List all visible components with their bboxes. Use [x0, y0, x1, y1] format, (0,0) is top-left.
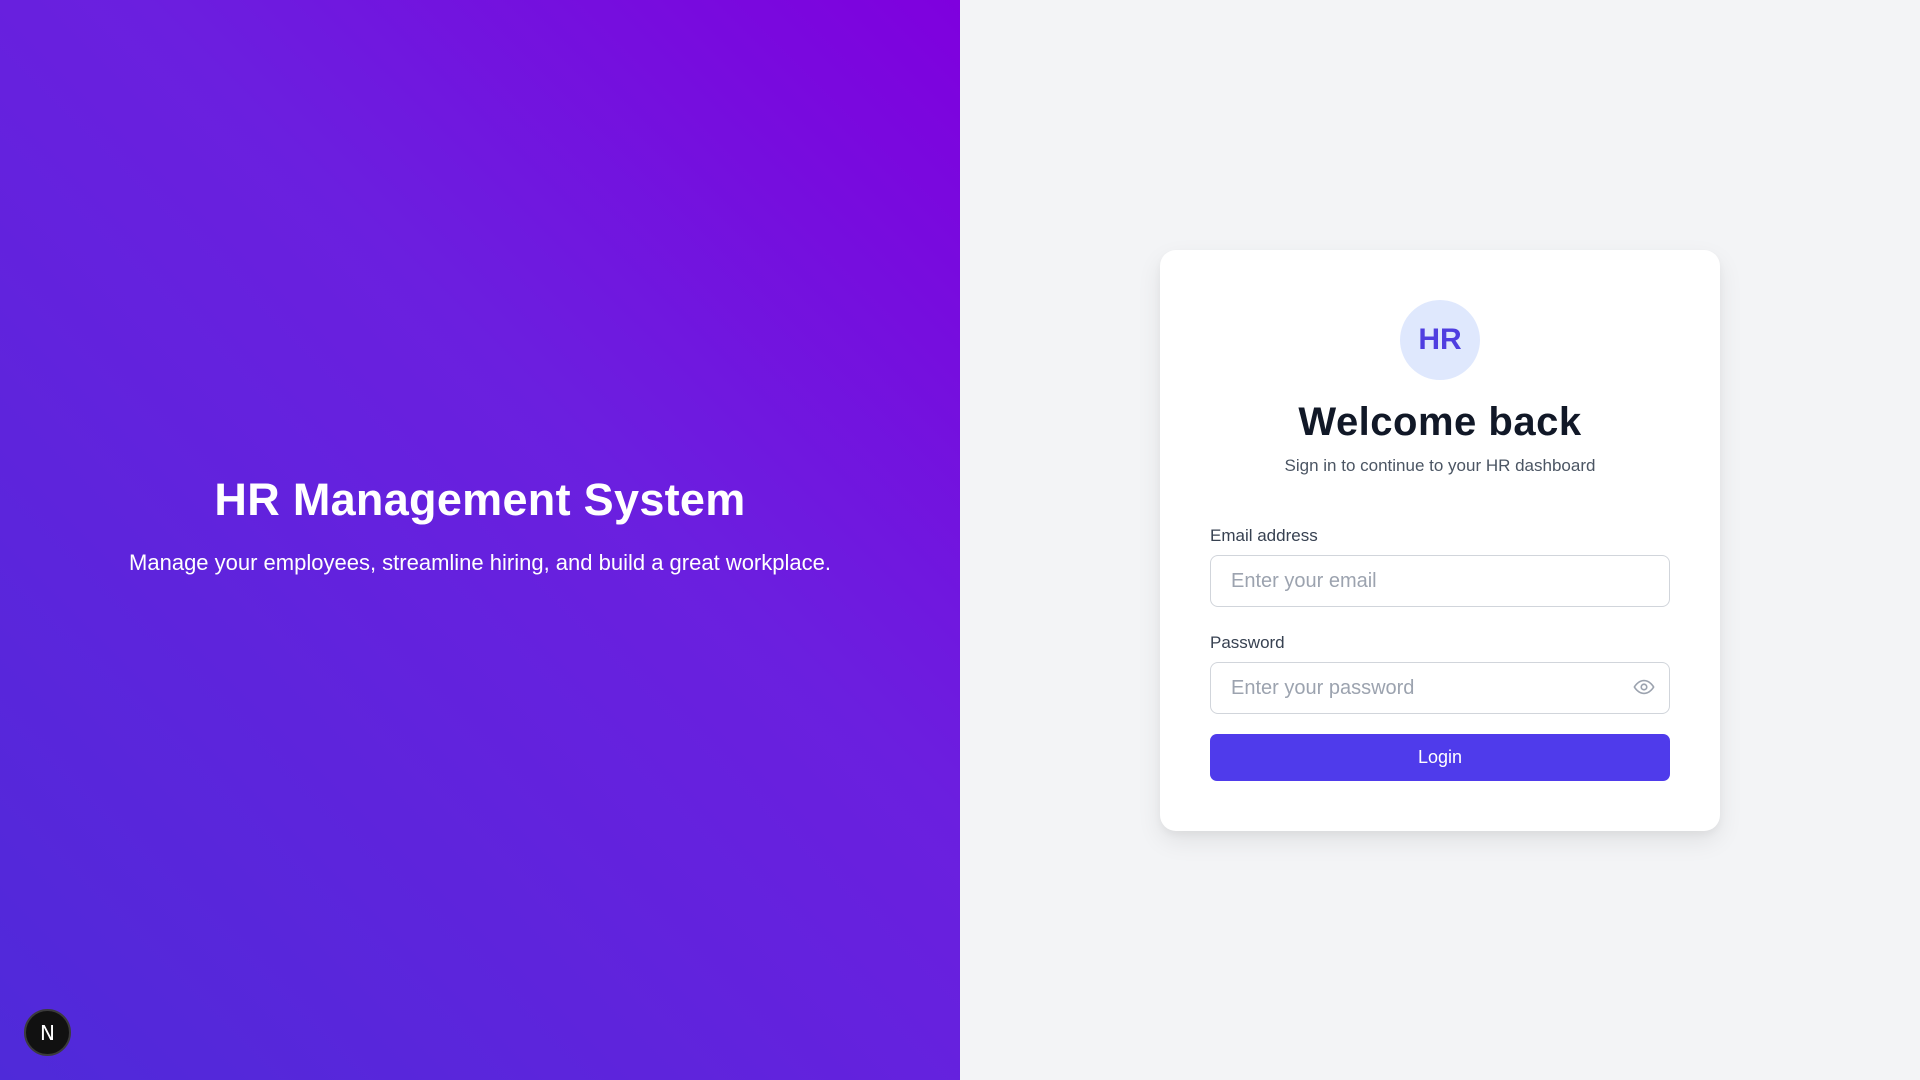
hero-panel: HR Management System Manage your employe… — [0, 0, 960, 1080]
email-input[interactable] — [1210, 555, 1670, 607]
hr-logo: HR — [1400, 300, 1480, 380]
hero-title: HR Management System — [214, 474, 746, 525]
next-logo-icon[interactable]: N — [24, 1009, 71, 1056]
hero-subtitle: Manage your employees, streamline hiring… — [129, 550, 831, 575]
password-input[interactable] — [1210, 662, 1670, 714]
login-card: HR Welcome back Sign in to continue to y… — [1160, 250, 1720, 831]
login-button[interactable]: Login — [1210, 734, 1670, 781]
password-label: Password — [1210, 633, 1285, 652]
email-label: Email address — [1210, 526, 1318, 545]
signin-subtitle: Sign in to continue to your HR dashboard — [1284, 456, 1596, 475]
welcome-title: Welcome back — [1298, 400, 1582, 444]
eye-icon[interactable] — [1632, 675, 1656, 699]
next-logo-letter: N — [40, 1020, 55, 1045]
hr-logo-text: HR — [1418, 323, 1462, 356]
